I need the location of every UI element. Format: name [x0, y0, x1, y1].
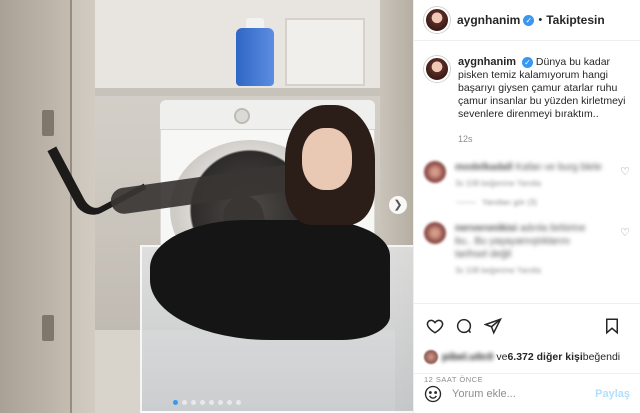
view-replies[interactable]: Yanıtları gör (3) — [456, 198, 630, 207]
comment-item: modelkadall Kafan ve burg blele 3s 108 b… — [424, 161, 630, 188]
avatar[interactable] — [424, 7, 450, 33]
replies-line — [456, 202, 476, 203]
heart-icon[interactable] — [424, 315, 446, 337]
comment-body: modelkadall Kafan ve burg blele 3s 108 b… — [455, 161, 605, 188]
emoji-icon[interactable] — [424, 385, 442, 403]
post-actions: pibel.u0c0 ve 6.372 diğer kişi beğendi 1… — [414, 303, 640, 384]
photo-hinge — [42, 110, 54, 136]
carousel-dot — [181, 400, 187, 405]
follow-status-button[interactable]: Takiptesin — [546, 13, 604, 27]
verified-badge-icon: ✓ — [522, 57, 533, 68]
carousel-indicator — [0, 400, 413, 405]
likes-count[interactable]: 6.372 diğer kişi — [507, 351, 582, 363]
post-photo[interactable] — [0, 0, 413, 413]
separator-dot: • — [538, 14, 543, 26]
view-replies-label[interactable]: Yanıtları gör (3) — [482, 198, 537, 207]
comment-item: nerveronikisi adınla birbirine bu.. Bu y… — [424, 222, 630, 275]
bookmark-icon[interactable] — [601, 315, 623, 337]
carousel-dot — [217, 400, 223, 405]
verified-badge-icon: ✓ — [523, 14, 535, 26]
comment-input[interactable] — [452, 387, 596, 400]
carousel-dot — [190, 400, 196, 405]
carousel-dot — [199, 400, 205, 405]
comment-text-content: Kafan ve burg blele — [515, 162, 602, 173]
post-header: aygnhanim ✓ • Takiptesin — [414, 0, 640, 41]
comment-username[interactable]: nerveronikisi — [455, 223, 517, 234]
photo-shelf — [95, 88, 395, 96]
carousel-dot — [172, 400, 178, 405]
comment-username[interactable]: modelkadall — [455, 162, 513, 173]
comments-list[interactable]: aygnhanim ✓ Dünya bu kadar pisken temiz … — [414, 42, 640, 299]
likes-summary[interactable]: pibel.u0c0 ve 6.372 diğer kişi beğendi — [424, 350, 630, 364]
comment-text: modelkadall Kafan ve burg blele — [455, 161, 605, 174]
photo-hinge — [42, 315, 54, 341]
photo-washer-knob — [234, 108, 250, 124]
likes-text-mid: ve — [496, 351, 508, 363]
share-comment-button[interactable]: Paylaş — [595, 388, 630, 400]
likes-text-end: beğendi — [582, 351, 621, 363]
post-side-panel: aygnhanim ✓ • Takiptesin aygnhanim ✓ Dün… — [413, 0, 640, 413]
photo-face — [302, 128, 352, 190]
comment-body: nerveronikisi adınla birbirine bu.. Bu y… — [455, 222, 605, 275]
photo-cabinet-door — [0, 0, 72, 413]
comment-meta[interactable]: 3s 108 beğenme Yanıtla — [455, 179, 605, 188]
chevron-right-icon[interactable]: ❯ — [389, 196, 407, 214]
photo-detergent-bottle — [236, 28, 274, 86]
comment-icon[interactable] — [453, 315, 475, 337]
comment-text: nerveronikisi adınla birbirine bu.. Bu y… — [455, 222, 605, 261]
comment-meta[interactable]: 3s 108 beğenme Yanıtla — [455, 266, 605, 275]
photo-basket — [285, 18, 365, 86]
avatar[interactable] — [424, 222, 446, 244]
heart-icon[interactable]: ♡ — [620, 226, 630, 239]
caption: aygnhanim ✓ Dünya bu kadar pisken temiz … — [424, 56, 630, 146]
avatar — [424, 350, 438, 364]
heart-icon[interactable]: ♡ — [620, 165, 630, 178]
caption-time: 12s — [458, 134, 473, 144]
post-username[interactable]: aygnhanim — [457, 13, 520, 27]
action-icons-row — [424, 314, 630, 338]
caption-body: aygnhanim ✓ Dünya bu kadar pisken temiz … — [458, 56, 630, 146]
carousel-dot — [208, 400, 214, 405]
carousel-dot — [226, 400, 232, 405]
liker-username[interactable]: pibel.u0c0 — [442, 351, 493, 363]
add-comment-bar: Paylaş — [414, 373, 640, 413]
photo-dress — [150, 220, 390, 340]
avatar[interactable] — [424, 56, 450, 82]
caption-username[interactable]: aygnhanim — [458, 56, 516, 68]
paper-plane-icon[interactable] — [482, 315, 504, 337]
carousel-dot — [235, 400, 241, 405]
avatar[interactable] — [424, 161, 446, 183]
